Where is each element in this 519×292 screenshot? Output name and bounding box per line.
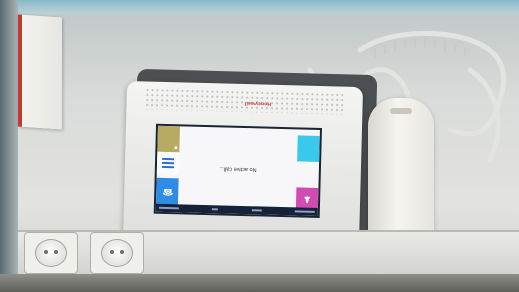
- olive-tile[interactable]: [157, 125, 180, 153]
- power-socket: [24, 232, 78, 274]
- socket-face: [101, 239, 133, 267]
- cyan-tile[interactable]: [297, 135, 320, 162]
- socket-pin: [54, 250, 58, 254]
- socket-pin: [110, 250, 114, 254]
- status-segment: [158, 206, 179, 210]
- intercom-panel: Honeywell ☎ ♟ No active call...: [122, 80, 364, 250]
- socket-pin: [120, 250, 124, 254]
- socket-pin: [44, 250, 48, 254]
- brand-logo: Honeywell: [244, 100, 272, 107]
- handset-earpiece: [390, 108, 412, 114]
- person-icon: ♟: [302, 194, 312, 205]
- status-segment: [212, 208, 219, 211]
- status-segment: [294, 210, 315, 213]
- screen-display: ☎ ♟ No active call...: [155, 125, 320, 216]
- socket-face: [35, 239, 67, 267]
- status-segment: [251, 209, 262, 212]
- floor-strip: [0, 274, 519, 292]
- status-bar: [155, 203, 318, 216]
- call-status-message: No active call...: [219, 165, 257, 173]
- wall-sign: [18, 14, 62, 130]
- phone-icon: ☎: [162, 186, 174, 198]
- indicator-dot: [174, 146, 178, 150]
- power-socket: [90, 232, 144, 274]
- photo-scene: Honeywell ☎ ♟ No active call...: [0, 0, 519, 292]
- touch-screen[interactable]: ☎ ♟ No active call...: [153, 123, 322, 219]
- door-frame: [0, 0, 18, 292]
